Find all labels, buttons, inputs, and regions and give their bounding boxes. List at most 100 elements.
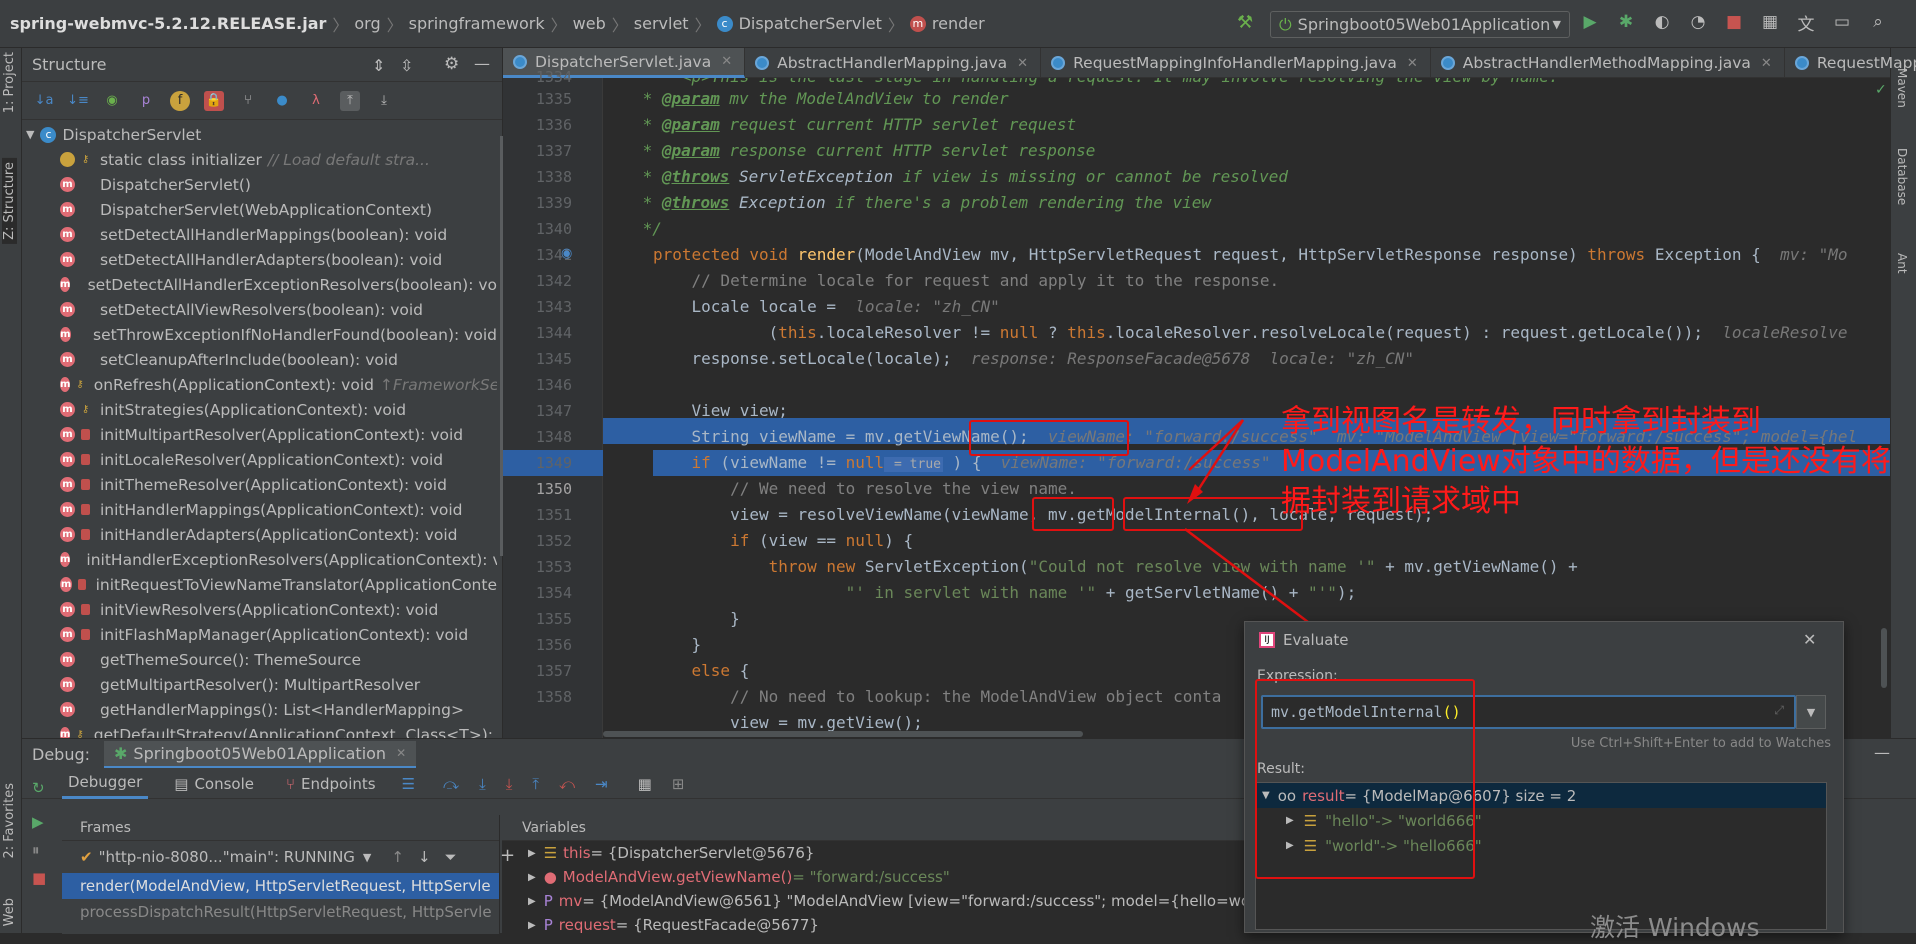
run-icon[interactable]: ▶ [1580, 12, 1600, 32]
breadcrumb-springframework[interactable]: springframework [409, 14, 545, 33]
minimize-icon[interactable]: — [474, 54, 490, 73]
force-step-into-icon[interactable]: ⤓ [506, 775, 513, 793]
line-number[interactable]: 1337 [536, 142, 572, 160]
show-non-public-icon[interactable]: 🔒 [204, 90, 224, 111]
line-number[interactable]: 1354 [536, 584, 572, 602]
variable-row[interactable]: ▶ Prequest = {RequestFacade@5677} [518, 913, 1262, 937]
expand-arrow-icon[interactable]: ▶ [1286, 815, 1294, 826]
autoscroll-from-source-icon[interactable]: ⤓ [374, 91, 394, 111]
structure-item[interactable]: m setDetectAllViewResolvers(boolean): voi… [22, 297, 497, 322]
history-dropdown-button[interactable]: ▼ [1796, 695, 1826, 729]
tab-abstracthandlermethodmapping[interactable]: AbstractHandlerMethodMapping.java ✕ [1431, 48, 1785, 78]
result-root-row[interactable]: ▼ oo result = {ModelMap@6607} size = 2 [1256, 783, 1826, 808]
expand-arrow-icon[interactable]: ▼ [26, 128, 34, 141]
line-number[interactable]: 1356 [536, 636, 572, 654]
line-number[interactable]: 1350 [536, 480, 572, 498]
tab-ant[interactable]: Ant [1895, 253, 1909, 274]
profile-icon[interactable]: ◔ [1688, 12, 1708, 32]
sort-alpha-icon[interactable]: ↓a [34, 91, 54, 111]
line-number[interactable]: 1344 [536, 324, 572, 342]
structure-item[interactable]: m initLocaleResolver(ApplicationContext):… [22, 447, 497, 472]
structure-item[interactable]: m initHandlerMappings(ApplicationContext)… [22, 497, 497, 522]
stop-icon[interactable]: ■ [32, 869, 46, 887]
line-number[interactable]: 1335 [536, 90, 572, 108]
frame-item[interactable]: render(ModelAndView, HttpServletRequest,… [62, 873, 499, 899]
tree-root[interactable]: ▼ c DispatcherServlet [22, 122, 497, 147]
structure-item[interactable]: m initRequestToViewNameTranslator(Applica… [22, 572, 497, 597]
line-number[interactable]: 1339 [536, 194, 572, 212]
structure-item[interactable]: m getThemeSource(): ThemeSource [22, 647, 497, 672]
line-number[interactable]: 1357 [536, 662, 572, 680]
autoscroll-to-source-icon[interactable]: ⤒ [340, 90, 360, 111]
gear-icon[interactable]: ⚙ [444, 54, 459, 74]
show-inherited-icon[interactable]: ◉ [102, 91, 122, 111]
breadcrumb-render[interactable]: render [932, 14, 985, 33]
structure-item[interactable]: m initHandlerAdapters(ApplicationContext)… [22, 522, 497, 547]
resume-icon[interactable]: ▶ [32, 813, 44, 831]
down-arrow-icon[interactable]: ↓ [418, 848, 431, 866]
tab-requestmappinginfohandlermapping[interactable]: RequestMappingInfoHandlerMapping.java ✕ [1041, 48, 1431, 78]
line-number[interactable]: 1338 [536, 168, 572, 186]
editor-vertical-scrollbar[interactable] [1881, 628, 1887, 688]
line-number[interactable]: 1352 [536, 532, 572, 550]
structure-item[interactable]: m setCleanupAfterInclude(boolean): void [22, 347, 497, 372]
tab-abstracthandlermapping[interactable]: AbstractHandlerMapping.java ✕ [745, 48, 1042, 78]
translate-icon[interactable]: 文 [1796, 12, 1816, 35]
expand-arrow-icon[interactable]: ▶ [528, 896, 536, 907]
structure-item[interactable]: m setDetectAllHandlerExceptionResolvers(b… [22, 272, 497, 297]
layout-icon[interactable]: ▭ [1832, 12, 1852, 32]
evaluate-expression-icon[interactable]: ▦ [638, 775, 652, 793]
line-number[interactable]: 1345 [536, 350, 572, 368]
debug-icon[interactable]: ✱ [1616, 12, 1636, 32]
pause-icon[interactable]: ⏸ [32, 841, 40, 859]
show-fields-icon[interactable]: f [170, 90, 190, 111]
lambda-icon[interactable]: λ [306, 91, 326, 111]
tab-favorites[interactable]: 2: Favorites [2, 783, 17, 859]
structure-item[interactable]: m DispatcherServlet(WebApplicationContext… [22, 197, 497, 222]
close-icon[interactable]: ✕ [1761, 56, 1772, 71]
search-icon[interactable]: ⌕ [1868, 12, 1888, 32]
structure-item[interactable]: ⚷ static class initializer // Load default… [22, 147, 497, 172]
trace-icon[interactable]: ⊞ [672, 775, 685, 793]
structure-item[interactable]: m initMultipartResolver(ApplicationContex… [22, 422, 497, 447]
result-item-row[interactable]: ▶ ☰ "hello" -> "world666" [1256, 808, 1826, 833]
coverage-icon[interactable]: ◐ [1652, 12, 1672, 32]
menu-icon[interactable]: ☰ [402, 775, 415, 793]
structure-item[interactable]: m initHandlerExceptionResolvers(Applicati… [22, 547, 497, 572]
tab-endpoints[interactable]: ⑂ Endpoints [280, 769, 382, 799]
breadcrumb-dispatcherservlet[interactable]: DispatcherServlet [739, 14, 882, 33]
structure-item[interactable]: m ⚷ onRefresh(ApplicationContext): void ↑Fr… [22, 372, 497, 397]
close-icon[interactable]: ✕ [396, 746, 406, 760]
structure-item[interactable]: m DispatcherServlet() [22, 172, 497, 197]
line-number[interactable]: 1348 [536, 428, 572, 446]
tab-web[interactable]: Web [2, 898, 17, 926]
result-item-row[interactable]: ▶ ☰ "world" -> "hello666" [1256, 833, 1826, 858]
breakpoint-arrow-icon[interactable]: ◉ [561, 246, 572, 261]
structure-item[interactable]: m ⚷ initStrategies(ApplicationContext): vo… [22, 397, 497, 422]
line-number[interactable]: 1334 [536, 68, 572, 86]
variable-row[interactable]: ▶ Pmv = {ModelAndView@6561} "ModelAndView… [518, 889, 1262, 913]
filter-icon[interactable]: ⏷ [445, 848, 457, 866]
breadcrumb-servlet[interactable]: servlet [634, 14, 689, 33]
stop-icon[interactable]: ■ [1724, 12, 1744, 32]
structure-item[interactable]: m setDetectAllHandlerAdapters(boolean): v… [22, 247, 497, 272]
expression-input[interactable]: mv.getModelInternal() ⤢ [1261, 695, 1796, 729]
expand-arrow-icon[interactable]: ▶ [528, 920, 536, 931]
variable-row[interactable]: ▶ ☰ this = {DispatcherServlet@5676} [518, 841, 1262, 865]
structure-item[interactable]: m setDetectAllHandlerMappings(boolean): v… [22, 222, 497, 247]
sort-visibility-icon[interactable]: ↓≡ [67, 91, 89, 111]
line-number[interactable]: 1342 [536, 272, 572, 290]
tab-debugger[interactable]: Debugger [62, 769, 149, 799]
structure-item[interactable]: m getHandlerMappings(): List<HandlerMappi… [22, 697, 497, 722]
expand-arrow-icon[interactable]: ▶ [528, 872, 536, 883]
editor-horizontal-scrollbar[interactable] [603, 731, 1083, 737]
expand-field-icon[interactable]: ⤢ [1774, 703, 1784, 718]
tab-structure[interactable]: Z: Structure [2, 158, 17, 244]
structure-item[interactable]: m getMultipartResolver(): MultipartResolv… [22, 672, 497, 697]
up-arrow-icon[interactable]: ↑ [391, 848, 404, 866]
project-structure-icon[interactable]: ▦ [1760, 12, 1780, 32]
breadcrumb-jar[interactable]: spring-webmvc-5.2.12.RELEASE.jar [10, 14, 326, 33]
show-lambdas-icon[interactable]: ● [272, 91, 292, 111]
expand-arrow-icon[interactable]: ▼ [1262, 790, 1270, 801]
show-anonymous-icon[interactable]: ⑂ [238, 91, 258, 111]
